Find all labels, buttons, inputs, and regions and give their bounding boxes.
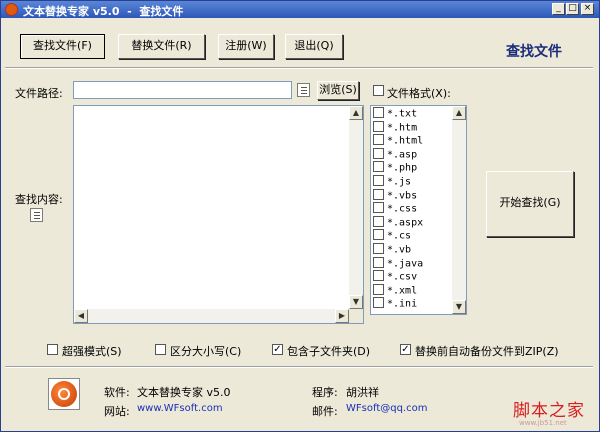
file-format-checkbox[interactable] <box>373 85 384 96</box>
file-type-checkbox[interactable] <box>373 229 384 241</box>
file-type-item[interactable]: *.php <box>373 161 418 175</box>
path-input[interactable] <box>73 81 292 99</box>
scroll-up-icon[interactable]: ▲ <box>349 106 363 120</box>
author-value: 胡洪祥 <box>346 386 379 399</box>
file-type-checkbox[interactable] <box>373 120 384 132</box>
file-type-checkbox[interactable] <box>373 107 384 118</box>
file-type-item[interactable]: *.txt <box>373 107 418 121</box>
include-subfolders-checkbox[interactable]: ✓ <box>272 344 283 355</box>
file-type-label: *.java <box>387 258 424 270</box>
file-type-list[interactable]: *.txt *.htm *.html *.asp *.php *.js *.vbs *.css… <box>370 105 467 315</box>
window-title: 文本替换专家 v5.0 - 查找文件 <box>23 5 184 18</box>
section-title: 查找文件 <box>506 44 562 60</box>
email-link[interactable]: WFsoft@qq.com <box>346 403 427 414</box>
exit-button[interactable]: 退出(Q) <box>285 34 343 59</box>
file-type-checkbox[interactable] <box>373 175 384 186</box>
file-type-item[interactable]: *.ini <box>373 297 418 311</box>
file-format-label: 文件格式(X): <box>387 87 451 100</box>
watermark: 脚本之家 <box>513 401 585 421</box>
list-icon[interactable] <box>30 208 43 222</box>
super-mode-checkbox[interactable] <box>47 344 58 355</box>
file-type-checkbox[interactable] <box>373 188 384 200</box>
content-vertical-scrollbar[interactable]: ▲ ▼ <box>349 106 363 323</box>
app-icon <box>5 3 18 16</box>
scroll-left-icon[interactable]: ◀ <box>74 309 88 323</box>
start-search-button[interactable]: 开始查找(G) <box>486 171 574 237</box>
path-label: 文件路径: <box>15 87 63 100</box>
file-type-checkbox[interactable] <box>373 270 384 282</box>
content-horizontal-scrollbar[interactable]: ◀ ▶ <box>74 309 349 323</box>
include-subfolders-label: 包含子文件夹(D) <box>287 345 371 358</box>
file-type-label: *.css <box>387 203 418 215</box>
file-type-label: *.vbs <box>387 190 418 202</box>
file-type-checkbox[interactable] <box>373 243 384 254</box>
file-type-item[interactable]: *.htm <box>373 120 418 135</box>
find-files-button[interactable]: 查找文件(F) <box>20 34 105 59</box>
file-type-item[interactable]: *.css <box>373 202 418 216</box>
file-type-checkbox[interactable] <box>373 256 384 268</box>
file-type-label: *.php <box>387 162 418 174</box>
file-type-label: *.vb <box>387 244 412 256</box>
backup-zip-checkbox[interactable]: ✓ <box>400 344 411 355</box>
file-type-label: *.xml <box>387 285 418 297</box>
file-type-checkbox[interactable] <box>373 161 384 173</box>
website-link[interactable]: www.WFsoft.com <box>137 403 223 414</box>
file-type-item[interactable]: *.js <box>373 175 412 189</box>
email-label: 邮件: <box>312 405 338 418</box>
backup-zip-label: 替换前自动备份文件到ZIP(Z) <box>415 345 559 358</box>
content-textarea[interactable]: ▲ ▼ ◀ ▶ <box>73 105 364 324</box>
content-label: 查找内容: <box>15 193 63 206</box>
list-icon[interactable] <box>297 83 310 97</box>
register-button[interactable]: 注册(W) <box>218 34 274 59</box>
file-type-checkbox[interactable] <box>373 134 384 146</box>
file-type-item[interactable]: *.asp <box>373 147 418 162</box>
super-mode-label: 超强模式(S) <box>62 345 122 358</box>
watermark-url: www.jb51.net <box>519 419 567 427</box>
file-type-checkbox[interactable] <box>373 283 384 295</box>
file-type-item[interactable]: *.aspx <box>373 215 424 230</box>
author-label: 程序: <box>312 386 338 399</box>
file-type-item[interactable]: *.vb <box>373 243 412 257</box>
toolbar-divider <box>5 67 593 69</box>
file-type-label: *.cs <box>387 230 412 242</box>
file-type-checkbox[interactable] <box>373 215 384 227</box>
file-type-scrollbar[interactable]: ▲ ▼ <box>452 106 466 314</box>
scroll-up-icon[interactable]: ▲ <box>452 106 466 120</box>
app-logo-icon <box>48 378 80 410</box>
file-type-label: *.txt <box>387 108 418 120</box>
case-sensitive-label: 区分大小写(C) <box>170 345 242 358</box>
scroll-down-icon[interactable]: ▼ <box>349 295 363 309</box>
scroll-down-icon[interactable]: ▼ <box>452 300 466 314</box>
file-type-label: *.aspx <box>387 217 424 229</box>
minimize-button[interactable]: _ <box>552 3 565 15</box>
replace-files-button[interactable]: 替换文件(R) <box>118 34 205 59</box>
file-type-label: *.ini <box>387 298 418 310</box>
maximize-button[interactable]: □ <box>566 3 579 15</box>
website-label: 网站: <box>104 405 130 418</box>
scroll-corner <box>349 309 363 323</box>
file-type-item[interactable]: *.vbs <box>373 188 418 203</box>
file-type-checkbox[interactable] <box>373 147 384 159</box>
file-type-label: *.asp <box>387 149 418 161</box>
file-type-checkbox[interactable] <box>373 297 384 309</box>
software-value: 文本替换专家 v5.0 <box>137 386 231 399</box>
app-window: 文本替换专家 v5.0 - 查找文件 _ □ × 查找文件(F) 替换文件(R)… <box>0 0 600 432</box>
title-bar[interactable]: 文本替换专家 v5.0 - 查找文件 _ □ × <box>1 1 599 18</box>
browse-button[interactable]: 浏览(S) <box>317 81 359 100</box>
file-type-label: *.htm <box>387 122 418 134</box>
file-type-item[interactable]: *.csv <box>373 270 418 284</box>
file-type-checkbox[interactable] <box>373 202 384 214</box>
case-sensitive-checkbox[interactable] <box>155 344 166 355</box>
footer-divider <box>5 366 593 368</box>
file-type-label: *.html <box>387 135 424 147</box>
software-label: 软件: <box>104 386 130 399</box>
file-type-label: *.js <box>387 176 412 188</box>
file-type-item[interactable]: *.java <box>373 256 424 271</box>
file-type-label: *.csv <box>387 271 418 283</box>
file-type-item[interactable]: *.html <box>373 134 424 148</box>
scroll-right-icon[interactable]: ▶ <box>335 309 349 323</box>
close-button[interactable]: × <box>581 3 594 15</box>
file-type-item[interactable]: *.cs <box>373 229 412 243</box>
file-type-item[interactable]: *.xml <box>373 283 418 298</box>
